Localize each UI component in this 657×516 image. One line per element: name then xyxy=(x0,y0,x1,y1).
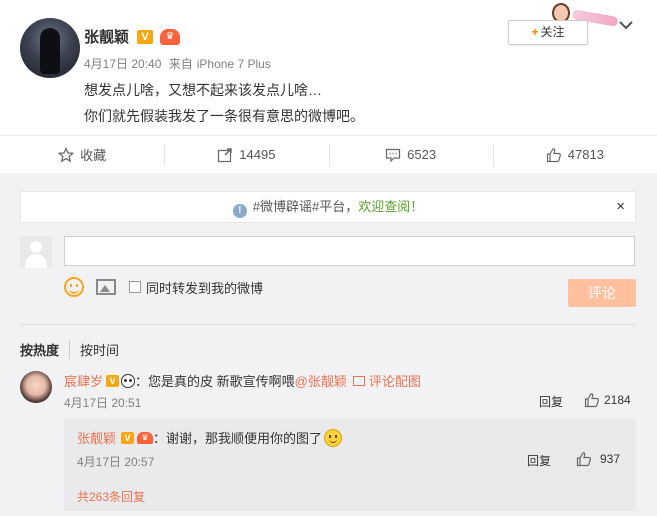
repost-checkbox[interactable] xyxy=(129,281,141,293)
comment-pic-link[interactable]: 评论配图 xyxy=(352,371,421,390)
post-date[interactable]: 4月17日 20:40 xyxy=(84,57,161,71)
smile-emoji-icon xyxy=(324,428,343,447)
post-source-prefix: 来自 xyxy=(168,57,193,71)
picture-icon xyxy=(352,375,365,386)
post-text-line-1: 想发点儿啥，又想不起来该发点儿啥… xyxy=(84,82,322,98)
panda-badge-icon xyxy=(121,373,136,388)
reply-text: ：谢谢，那我顺便用你的图了 xyxy=(153,431,323,446)
favorite-label: 收藏 xyxy=(80,148,107,163)
avatar-figure xyxy=(40,28,60,74)
post-card: 张靓颖 V ♛ 4月17日 20:40 来自 iPhone 7 Plus 想发点儿… xyxy=(0,0,657,135)
repost-button[interactable]: 14495 xyxy=(164,136,328,173)
reply-time: 4月17日 20:57 xyxy=(77,455,155,469)
composer-toolbar: 同时转发到我的微博 xyxy=(64,277,263,297)
comment-pic-label: 评论配图 xyxy=(368,374,421,389)
like-button[interactable]: 47813 xyxy=(492,136,657,173)
post-meta: 4月17日 20:40 来自 iPhone 7 Plus xyxy=(84,55,271,72)
like-count: 47813 xyxy=(567,147,604,162)
tab-hot[interactable]: 按热度 xyxy=(20,340,59,359)
chevron-down-icon[interactable] xyxy=(618,18,634,32)
member-badge-icon[interactable]: ♛ xyxy=(160,28,181,45)
divider xyxy=(20,324,636,325)
verified-badge-icon: V xyxy=(106,374,120,387)
comment-count: 6523 xyxy=(407,147,437,162)
star-icon xyxy=(58,146,75,162)
comment-reply-button[interactable]: 回复 xyxy=(539,393,563,410)
comment-button[interactable]: 6523 xyxy=(328,136,493,173)
follow-plus: + xyxy=(531,25,539,39)
verified-badge-icon: V xyxy=(121,431,135,444)
repost-count: 14495 xyxy=(239,147,276,162)
reply-author-name[interactable]: 张靓颖 xyxy=(77,428,116,447)
reply-box: 张靓颖 V ♛ ：谢谢，那我顺便用你的图了 4月17日 20:57 回复 937… xyxy=(64,418,636,511)
author-name[interactable]: 张靓颖 xyxy=(84,26,129,47)
follow-label: 关注 xyxy=(540,25,565,39)
current-user-avatar xyxy=(20,236,52,268)
comment-text: ：您是真的皮 新歌宣传啊喂 xyxy=(135,374,295,389)
author-row: 张靓颖 V ♛ xyxy=(84,26,181,47)
favorite-button[interactable]: 收藏 xyxy=(0,136,164,173)
reply-like-button[interactable]: 937 xyxy=(576,451,620,467)
verified-badge-icon[interactable]: V xyxy=(137,29,154,44)
comment-time: 4月17日 20:51 xyxy=(64,396,142,410)
rumor-notice-banner: ! #微博辟谣#平台，欢迎查阅！ × xyxy=(20,191,636,223)
reply-content: 张靓颖 V ♛ ：谢谢，那我顺便用你的图了 xyxy=(77,428,343,447)
info-icon: ! xyxy=(232,204,247,218)
image-icon[interactable] xyxy=(96,279,116,295)
reply-reply-button[interactable]: 回复 xyxy=(527,452,551,469)
thumbs-up-icon xyxy=(576,452,591,467)
tab-time[interactable]: 按时间 xyxy=(69,340,119,359)
commenter-name[interactable]: 宸肆岁 xyxy=(64,371,103,390)
sort-tabs: 按热度 按时间 xyxy=(20,340,119,359)
post-source[interactable]: iPhone 7 Plus xyxy=(197,57,271,71)
action-bar: 收藏 14495 6523 47813 xyxy=(0,135,657,173)
comment-content: 宸肆岁 V ：您是真的皮 新歌宣传啊喂 @张靓颖 评论配图 xyxy=(64,371,421,390)
member-badge-icon: ♛ xyxy=(137,431,154,444)
more-replies-link[interactable]: 共263条回复 xyxy=(77,488,145,505)
comment-input[interactable] xyxy=(64,236,635,266)
mention-link[interactable]: @张靓颖 xyxy=(295,371,347,390)
close-icon[interactable]: × xyxy=(616,192,625,222)
avatar-body xyxy=(25,254,47,268)
comment-like-button[interactable]: 2184 xyxy=(584,392,631,408)
post-text-line-2: 你们就先假装我发了一条很有意思的微博吧。 xyxy=(84,108,364,124)
notice-text[interactable]: #微博辟谣#平台， xyxy=(253,199,358,214)
commenter-avatar[interactable] xyxy=(20,371,52,403)
comment-section: ! #微博辟谣#平台，欢迎查阅！ × 同时转发到我的微博 评论 按热度 按时间 宸… xyxy=(0,173,657,516)
reply-like-count: 937 xyxy=(600,452,621,466)
notice-highlight[interactable]: 欢迎查阅！ xyxy=(358,199,423,214)
submit-comment-button[interactable]: 评论 xyxy=(568,279,636,307)
follow-area: + 关注 xyxy=(508,3,619,45)
follow-button[interactable]: + 关注 xyxy=(508,20,588,45)
comment-like-count: 2184 xyxy=(604,393,631,407)
thumbs-up-icon xyxy=(584,393,599,408)
author-avatar[interactable] xyxy=(20,18,80,78)
comment-icon xyxy=(386,148,401,162)
thumbs-up-icon xyxy=(546,147,561,162)
repost-checkbox-label[interactable]: 同时转发到我的微博 xyxy=(146,278,263,297)
post-text: 想发点儿啥，又想不起来该发点儿啥… 你们就先假装我发了一条很有意思的微博吧。 xyxy=(84,77,364,129)
avatar-head xyxy=(30,241,42,253)
repost-icon xyxy=(218,147,232,162)
emoji-icon[interactable] xyxy=(64,277,84,297)
